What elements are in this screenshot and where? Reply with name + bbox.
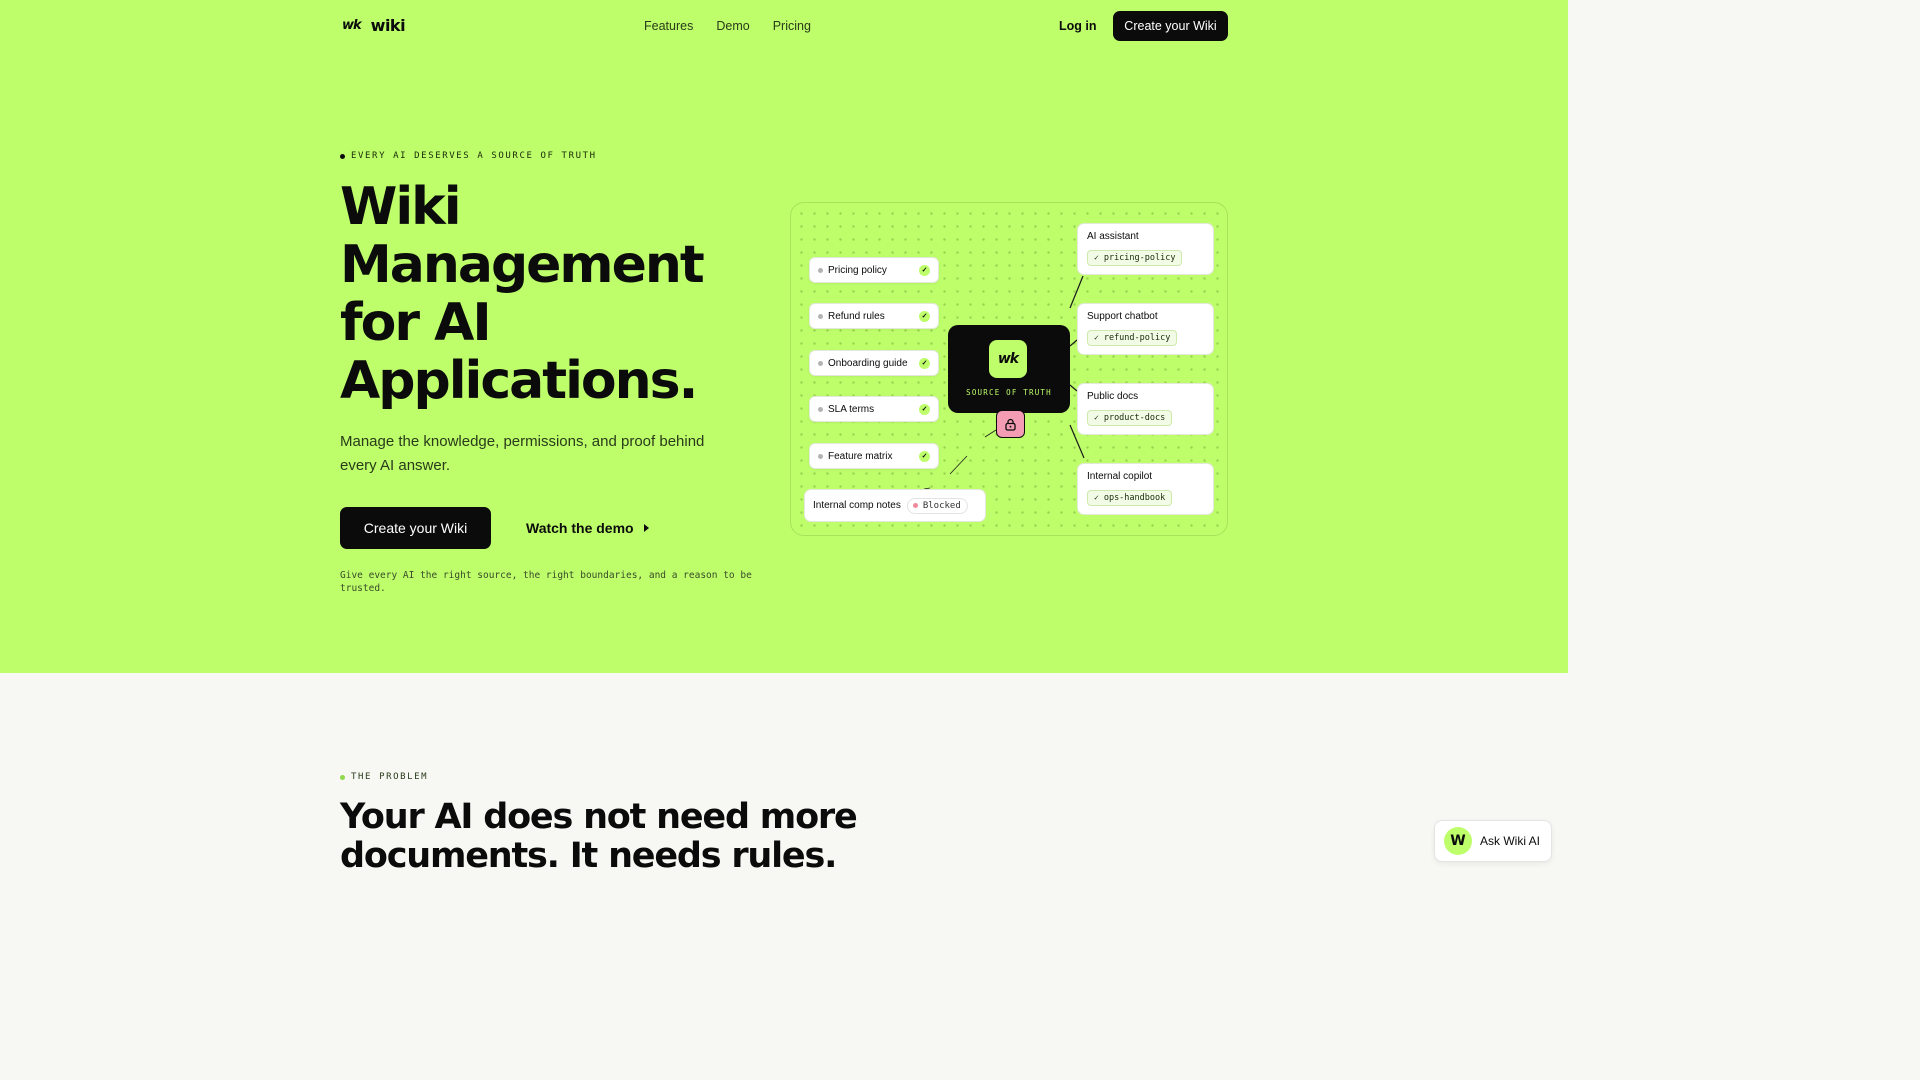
output-tag: ✓ refund-policy (1087, 329, 1178, 346)
source-bullet-icon (818, 453, 823, 459)
check-icon: ✓ (919, 264, 930, 276)
problem-headline: Your AI does not need more documents. It… (340, 797, 858, 876)
source-card-pricing-policy[interactable]: Pricing policy ✓ (809, 257, 939, 283)
check-icon: ✓ (1094, 253, 1099, 262)
hero-subhead: Manage the knowledge, permissions, and p… (340, 433, 705, 474)
logo-text: wiki (370, 16, 406, 35)
nav-links: Features Demo Pricing (644, 19, 811, 33)
hero-eyebrow-text: EVERY AI DESERVES A SOURCE OF TRUTH (351, 151, 597, 161)
source-label: Refund rules (828, 310, 885, 322)
ask-wiki-ai-label: Ask Wiki AI (1480, 834, 1541, 848)
check-icon: ✓ (919, 403, 930, 415)
output-tag-label: refund-policy (1103, 332, 1171, 343)
output-tag-label: pricing-policy (1103, 252, 1176, 263)
check-icon: ✓ (1094, 333, 1099, 342)
check-icon: ✓ (919, 357, 930, 369)
nav-link-pricing[interactable]: Pricing (773, 19, 811, 33)
blocked-badge: Blocked (906, 497, 968, 514)
lock-icon (996, 410, 1025, 438)
source-bullet-icon (818, 267, 823, 273)
logo-mark: wk (342, 18, 362, 33)
hero-note: Give every AI the right source, the righ… (340, 570, 752, 594)
wiki-ai-avatar-icon: W (1444, 827, 1472, 855)
play-icon (643, 524, 649, 532)
output-card-ai-assistant[interactable]: AI assistant ✓ pricing-policy (1077, 223, 1214, 275)
lock-glyph-icon (1005, 418, 1016, 431)
output-tag-label: product-docs (1103, 412, 1166, 423)
source-card-internal-comp-notes[interactable]: Internal comp notes Blocked (804, 489, 986, 522)
blocked-dot-icon (912, 503, 918, 508)
eyebrow-dot-icon (340, 774, 345, 780)
eyebrow-dot-icon (340, 153, 345, 159)
source-card-feature-matrix[interactable]: Feature matrix ✓ (809, 443, 939, 469)
problem-eyebrow: THE PROBLEM (340, 772, 428, 782)
output-title: Internal copilot (1087, 471, 1153, 482)
source-bullet-icon (818, 360, 823, 366)
source-bullet-icon (818, 313, 823, 319)
blocked-source-label: Internal comp notes (813, 500, 901, 511)
hero-headline: Wiki Management for AI Applications. (340, 177, 705, 411)
hub-logo: wk (989, 340, 1027, 378)
hero-eyebrow: EVERY AI DESERVES A SOURCE OF TRUTH (340, 151, 597, 161)
output-card-internal-copilot[interactable]: Internal copilot ✓ ops-handbook (1077, 463, 1214, 515)
output-title: Support chatbot (1087, 311, 1158, 322)
nav-create-wiki-button[interactable]: Create your Wiki (1113, 11, 1228, 41)
hero-create-wiki-button[interactable]: Create your Wiki (340, 507, 491, 549)
logo[interactable]: wk wiki (342, 16, 406, 35)
login-link[interactable]: Log in (1059, 19, 1097, 33)
output-title: AI assistant (1087, 231, 1139, 242)
output-card-support-chatbot[interactable]: Support chatbot ✓ refund-policy (1077, 303, 1214, 355)
output-tag: ✓ ops-handbook (1087, 489, 1173, 506)
source-of-truth-hub: wk SOURCE OF TRUTH (948, 325, 1070, 413)
output-tag: ✓ product-docs (1087, 409, 1173, 426)
source-card-onboarding-guide[interactable]: Onboarding guide ✓ (809, 350, 939, 376)
source-card-refund-rules[interactable]: Refund rules ✓ (809, 303, 939, 329)
watch-demo-label: Watch the demo (526, 520, 634, 536)
check-icon: ✓ (1094, 413, 1099, 422)
watch-demo-link[interactable]: Watch the demo (526, 520, 649, 536)
ask-wiki-ai-button[interactable]: W Ask Wiki AI (1434, 820, 1552, 862)
source-bullet-icon (818, 406, 823, 412)
nav-link-demo[interactable]: Demo (716, 19, 749, 33)
source-card-sla-terms[interactable]: SLA terms ✓ (809, 396, 939, 422)
blocked-badge-label: Blocked (922, 500, 961, 511)
output-tag-label: ops-handbook (1103, 492, 1166, 503)
problem-eyebrow-text: THE PROBLEM (351, 772, 429, 782)
nav-link-features[interactable]: Features (644, 19, 693, 33)
top-nav: wk wiki Features Demo Pricing Log in Cre… (0, 0, 1568, 52)
hero-section (0, 0, 1568, 673)
output-card-public-docs[interactable]: Public docs ✓ product-docs (1077, 383, 1214, 435)
output-title: Public docs (1087, 391, 1139, 402)
check-icon: ✓ (919, 450, 930, 462)
check-icon: ✓ (919, 310, 930, 322)
hub-label: SOURCE OF TRUTH (966, 388, 1052, 397)
source-label: Pricing policy (828, 264, 887, 276)
source-label: SLA terms (828, 403, 875, 415)
source-label: Feature matrix (828, 450, 893, 462)
check-icon: ✓ (1094, 493, 1099, 502)
output-tag: ✓ pricing-policy (1087, 249, 1183, 266)
source-label: Onboarding guide (828, 357, 908, 369)
